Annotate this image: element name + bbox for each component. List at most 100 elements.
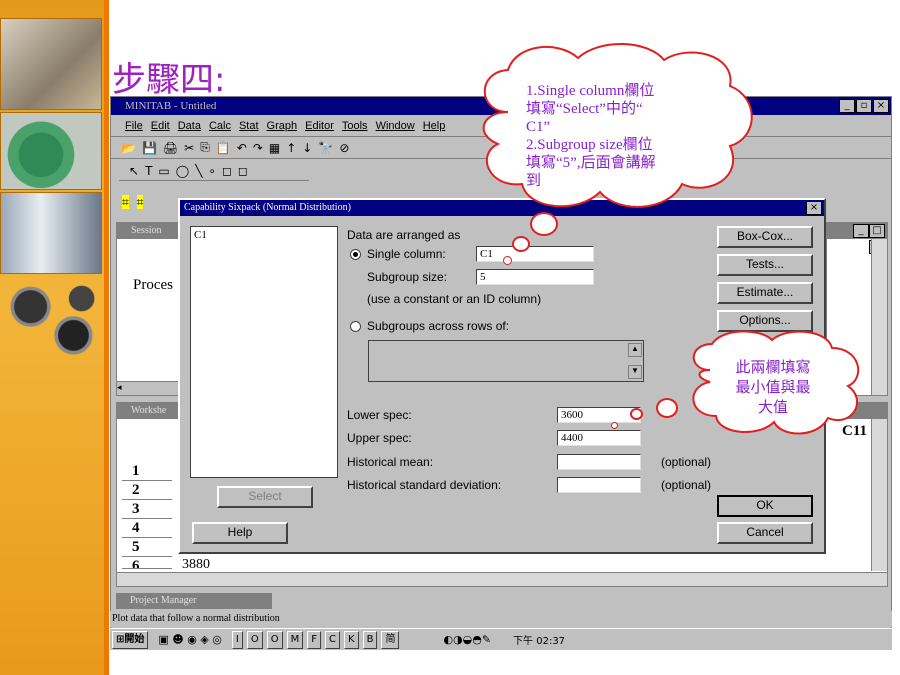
help-button[interactable]: Help bbox=[192, 522, 288, 544]
quicklaunch-icons[interactable]: ▣ ☻ ◉ ◈ ◎ bbox=[152, 633, 228, 646]
worksheet-vscroll[interactable] bbox=[871, 419, 887, 571]
callout1-line1: 1.Single column欄位 bbox=[526, 83, 655, 99]
task-item-3[interactable]: O bbox=[266, 630, 283, 649]
single-column-field[interactable]: C1 bbox=[476, 246, 594, 262]
session-hscroll[interactable]: ◂ bbox=[117, 381, 179, 395]
thought-bubble-2-small bbox=[611, 422, 618, 429]
upper-spec-field[interactable]: 4400 bbox=[557, 430, 641, 446]
row-header-2[interactable]: 2 bbox=[122, 481, 172, 500]
redo-icon[interactable]: ↷ bbox=[253, 141, 263, 155]
task-item-8[interactable]: B bbox=[362, 630, 378, 649]
task-item-4[interactable]: M bbox=[286, 630, 304, 649]
toolbar-row3: ⌗ ⌗ bbox=[112, 195, 180, 215]
row-header-1[interactable]: 1 bbox=[122, 462, 172, 481]
hist-mean-field[interactable] bbox=[557, 454, 641, 470]
subgroups-rows-radio[interactable] bbox=[350, 321, 361, 332]
minimize-button[interactable]: _ bbox=[839, 99, 855, 113]
polygon-icon[interactable]: ◻ bbox=[222, 164, 232, 178]
task-item-1[interactable]: I bbox=[231, 630, 243, 649]
lower-spec-field[interactable]: 3600 bbox=[557, 407, 641, 423]
menu-file[interactable]: File bbox=[125, 120, 143, 132]
variable-list-item[interactable]: C1 bbox=[191, 227, 337, 243]
worksheet-icon[interactable]: ▦ bbox=[269, 141, 280, 155]
print-icon[interactable]: 🖨 bbox=[163, 141, 178, 155]
select-button[interactable]: Select bbox=[217, 486, 313, 508]
pointer-icon[interactable]: ↖ bbox=[129, 164, 139, 178]
grid-tool-icon[interactable]: ⌗ bbox=[122, 195, 129, 209]
callout1-line3: C1” bbox=[526, 119, 551, 135]
menu-help[interactable]: Help bbox=[423, 120, 446, 132]
menu-tools[interactable]: Tools bbox=[342, 120, 368, 132]
menu-data[interactable]: Data bbox=[178, 120, 201, 132]
save-icon[interactable]: 💾 bbox=[142, 141, 157, 155]
slide-title: 步驟四: bbox=[112, 60, 226, 100]
status-text: Plot data that follow a normal distribut… bbox=[112, 613, 280, 624]
field-scroll-up[interactable]: ▲ bbox=[628, 343, 642, 357]
find-icon[interactable]: 🔭 bbox=[318, 141, 333, 155]
text-tool-icon[interactable]: T bbox=[145, 164, 152, 178]
box-cox-button[interactable]: Box-Cox... bbox=[717, 226, 813, 248]
cancel-button[interactable]: Cancel bbox=[717, 522, 813, 544]
single-column-label: Single column: bbox=[367, 247, 446, 261]
dialog-close-button[interactable]: × bbox=[806, 201, 822, 215]
open-icon[interactable]: 📂 bbox=[121, 141, 136, 155]
row-header-3[interactable]: 3 bbox=[122, 500, 172, 519]
undo-icon[interactable]: ↶ bbox=[237, 141, 247, 155]
options-button[interactable]: Options... bbox=[717, 310, 813, 332]
lab-equipment-photo-2 bbox=[0, 112, 102, 190]
thought-bubble-medium bbox=[512, 236, 530, 252]
status-bar: Plot data that follow a normal distribut… bbox=[110, 611, 892, 627]
close-button[interactable]: × bbox=[873, 99, 889, 113]
hist-std-field[interactable] bbox=[557, 477, 641, 493]
task-item-7[interactable]: K bbox=[344, 630, 359, 649]
callout-text-1: 1.Single column欄位 填寫“Select”中的“ C1” 2.Su… bbox=[526, 82, 716, 190]
dot-icon[interactable]: ∘ bbox=[208, 164, 216, 178]
subgroup-size-field[interactable]: 5 bbox=[476, 269, 594, 285]
menu-editor[interactable]: Editor bbox=[305, 120, 334, 132]
maximize-button[interactable]: □ bbox=[869, 224, 885, 238]
row-header-5[interactable]: 5 bbox=[122, 538, 172, 557]
cut-icon[interactable]: ✂ bbox=[184, 141, 194, 155]
arrow-up-icon[interactable]: ↑ bbox=[286, 141, 296, 155]
rectangle-icon[interactable]: ▭ bbox=[158, 164, 169, 178]
start-label: 開始 bbox=[124, 633, 145, 645]
cancel-icon[interactable]: ⊘ bbox=[339, 141, 349, 155]
field-scroll-down[interactable]: ▼ bbox=[628, 365, 642, 379]
row-header-6[interactable]: 6 bbox=[122, 557, 172, 569]
menu-stat[interactable]: Stat bbox=[239, 120, 259, 132]
hist-std-label: Historical standard deviation: bbox=[347, 478, 502, 492]
row-header-4[interactable]: 4 bbox=[122, 519, 172, 538]
minimize-button[interactable]: _ bbox=[853, 224, 869, 238]
arrow-down-icon[interactable]: ↓ bbox=[302, 141, 312, 155]
menu-window[interactable]: Window bbox=[376, 120, 415, 132]
task-item-2[interactable]: O bbox=[246, 630, 263, 649]
single-column-radio[interactable] bbox=[350, 249, 361, 260]
polyline-icon[interactable]: ◻ bbox=[238, 164, 248, 178]
start-button[interactable]: ⊞開始 bbox=[112, 630, 149, 649]
tests-button[interactable]: Tests... bbox=[717, 254, 813, 276]
grid-tool-icon-2[interactable]: ⌗ bbox=[136, 195, 144, 209]
estimate-button[interactable]: Estimate... bbox=[717, 282, 813, 304]
lab-equipment-photo-3 bbox=[0, 192, 102, 274]
ok-button[interactable]: OK bbox=[717, 495, 813, 517]
tray-icons[interactable]: ◐◑◒◓✎ bbox=[443, 633, 491, 646]
line-icon[interactable]: ╲ bbox=[195, 164, 202, 178]
variable-listbox[interactable]: C1 bbox=[190, 226, 338, 478]
task-item-9[interactable]: 简 bbox=[381, 630, 400, 649]
menu-calc[interactable]: Calc bbox=[209, 120, 231, 132]
task-item-6[interactable]: C bbox=[325, 630, 340, 649]
menu-graph[interactable]: Graph bbox=[267, 120, 298, 132]
row6-cell-value[interactable]: 3880 bbox=[182, 557, 210, 569]
callout2-line3: 大值 bbox=[757, 400, 788, 416]
graph-toolbar: ↖ T ▭ ◯ ╲ ∘ ◻ ◻ bbox=[119, 161, 309, 181]
ellipse-icon[interactable]: ◯ bbox=[176, 164, 189, 178]
paste-icon[interactable]: 📋 bbox=[216, 141, 231, 155]
restore-button[interactable]: ▫ bbox=[856, 99, 872, 113]
copy-icon[interactable]: ⎘ bbox=[200, 140, 210, 155]
menu-edit[interactable]: Edit bbox=[151, 120, 170, 132]
subgroups-rows-field[interactable]: ▲ ▼ bbox=[368, 340, 644, 382]
callout1-line6: 到 bbox=[526, 173, 542, 189]
session-vscroll[interactable] bbox=[871, 239, 887, 395]
worksheet-hscroll[interactable] bbox=[117, 572, 887, 586]
task-item-5[interactable]: F bbox=[307, 630, 322, 649]
